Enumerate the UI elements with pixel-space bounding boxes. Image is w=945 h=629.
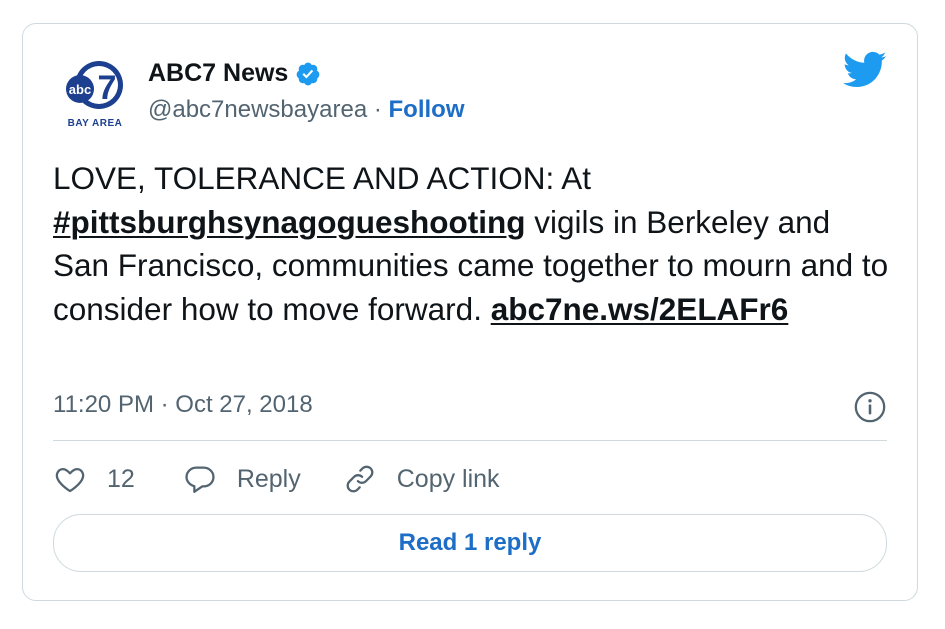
read-replies-button[interactable]: Read 1 reply [53,514,887,572]
author-handle[interactable]: @abc7newsbayarea [148,96,367,123]
author-display-name[interactable]: ABC7 News [148,59,288,88]
reply-button[interactable]: Reply [183,462,301,496]
tweet-text-start: LOVE, TOLERANCE AND ACTION: At [53,160,592,196]
tweet-card: 7 abc BAY AREA ABC7 News @abc7newsbayare… [22,23,918,601]
info-icon[interactable] [853,390,887,424]
hashtag-link[interactable]: #pittsburghsynagogueshooting [53,204,526,240]
logo-text: abc [69,82,91,97]
follow-button[interactable]: Follow [389,96,465,123]
heart-icon [55,467,85,493]
verified-badge-icon [296,62,320,85]
tweet-timestamp[interactable]: 11:20 PM · Oct 27, 2018 [53,391,313,419]
copy-link-label: Copy link [396,464,500,493]
author-handle-line: @abc7newsbayarea · Follow [148,96,464,124]
author-name-row[interactable]: ABC7 News [148,59,321,88]
read-replies-label: Read 1 reply [398,529,542,556]
article-link[interactable]: abc7ne.ws/2ELAFr6 [491,291,789,327]
avatar[interactable]: 7 abc BAY AREA [61,59,129,131]
link-icon [346,465,374,493]
abc7-logo-icon: 7 abc BAY AREA [66,61,123,129]
divider [53,440,887,441]
logo-subtitle: BAY AREA [68,118,123,129]
tweet-text: LOVE, TOLERANCE AND ACTION: At #pittsbur… [53,157,893,331]
logo-number: 7 [98,69,117,107]
reply-icon [185,466,215,493]
twitter-bird-icon[interactable] [843,51,887,89]
reply-label: Reply [236,464,301,493]
like-button[interactable]: 12 [53,462,135,496]
handle-separator: · [367,96,389,123]
action-bar: 12 Reply Copy link [53,460,500,498]
like-count: 12 [107,464,135,493]
copy-link-button[interactable]: Copy link [343,462,500,496]
